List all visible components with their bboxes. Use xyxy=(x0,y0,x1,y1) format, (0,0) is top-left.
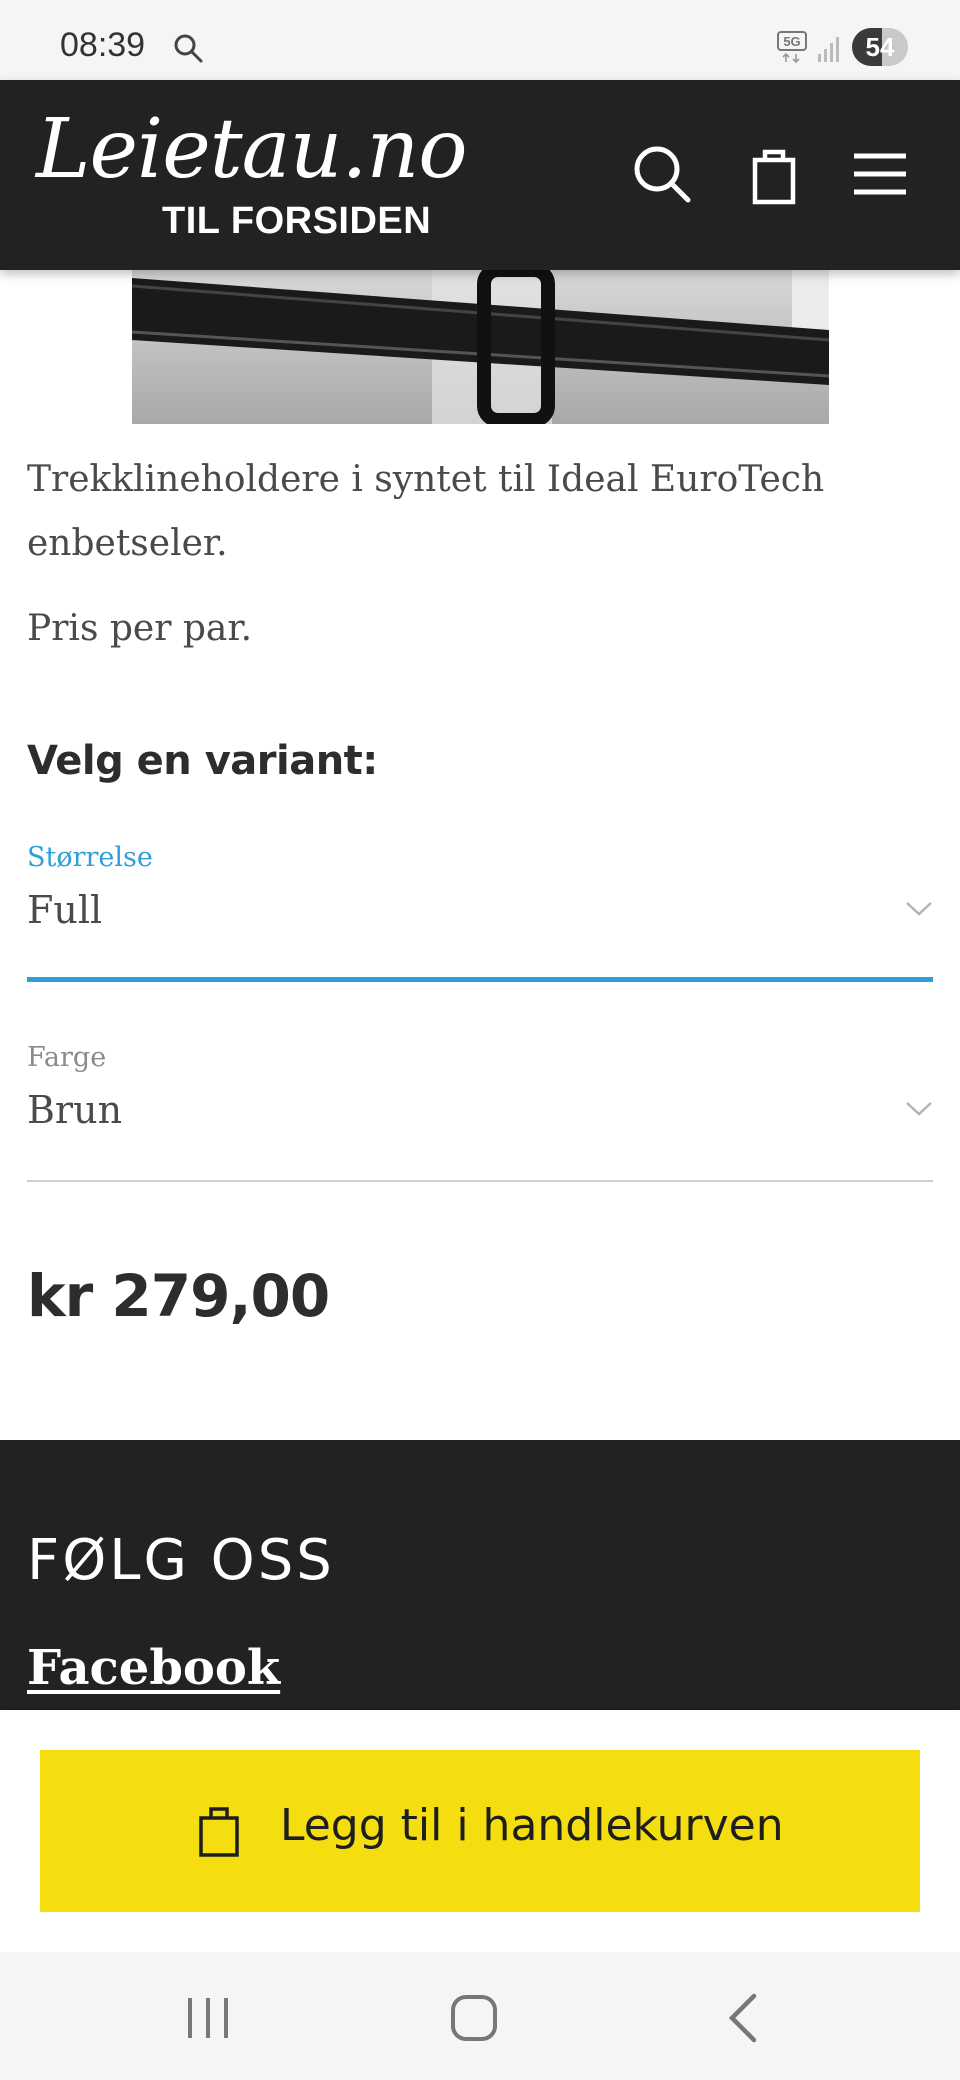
site-header: Leietau.no TIL FORSIDEN xyxy=(0,80,960,270)
add-to-cart-button[interactable]: Legg til i handlekurven xyxy=(40,1750,920,1912)
battery-level: 54 xyxy=(865,32,895,62)
color-label: Farge xyxy=(27,1042,107,1073)
add-to-cart-label: Legg til i handlekurven xyxy=(280,1800,784,1851)
product-image xyxy=(132,270,829,424)
logo-text: Leietau.no xyxy=(36,102,468,197)
status-time: 08:39 xyxy=(60,26,146,64)
signal-icon xyxy=(818,37,839,62)
search-icon xyxy=(174,34,203,63)
back-icon[interactable] xyxy=(716,1988,776,2048)
color-select[interactable]: Farge Brun xyxy=(27,1042,933,1182)
size-underline xyxy=(27,977,933,982)
battery-icon: 54 xyxy=(852,28,908,66)
5g-icon: 5G xyxy=(777,31,807,64)
variant-title: Velg en variant: xyxy=(27,738,378,784)
price-note: Pris per par. xyxy=(27,608,253,649)
status-bar: 08:39 5G 54 xyxy=(0,0,960,80)
color-value: Brun xyxy=(27,1088,123,1132)
facebook-link[interactable]: Facebook xyxy=(27,1640,280,1696)
search-icon[interactable] xyxy=(630,142,694,206)
product-price: kr 279,00 xyxy=(27,1262,330,1330)
menu-icon[interactable] xyxy=(848,142,912,206)
product-description: Trekklineholdere i syntet til Ideal Euro… xyxy=(27,459,825,564)
size-value: Full xyxy=(27,888,103,932)
chevron-down-icon xyxy=(906,902,932,916)
footer: FØLG OSS Facebook xyxy=(0,1440,960,1710)
size-select[interactable]: Størrelse Full xyxy=(27,842,933,982)
chevron-down-icon xyxy=(906,1102,932,1116)
shopping-bag-icon xyxy=(199,1807,239,1857)
footer-heading: FØLG OSS xyxy=(27,1528,335,1593)
add-to-cart-bar: Legg til i handlekurven xyxy=(0,1710,960,1952)
recent-apps-icon[interactable] xyxy=(178,1988,238,2048)
shopping-bag-icon[interactable] xyxy=(742,142,806,206)
network-label: 5G xyxy=(783,34,800,49)
logo-subtitle: TIL FORSIDEN xyxy=(162,200,432,242)
size-label: Størrelse xyxy=(27,842,153,873)
home-icon[interactable] xyxy=(444,1988,504,2048)
color-underline xyxy=(27,1180,933,1182)
system-nav-bar xyxy=(0,1952,960,2080)
